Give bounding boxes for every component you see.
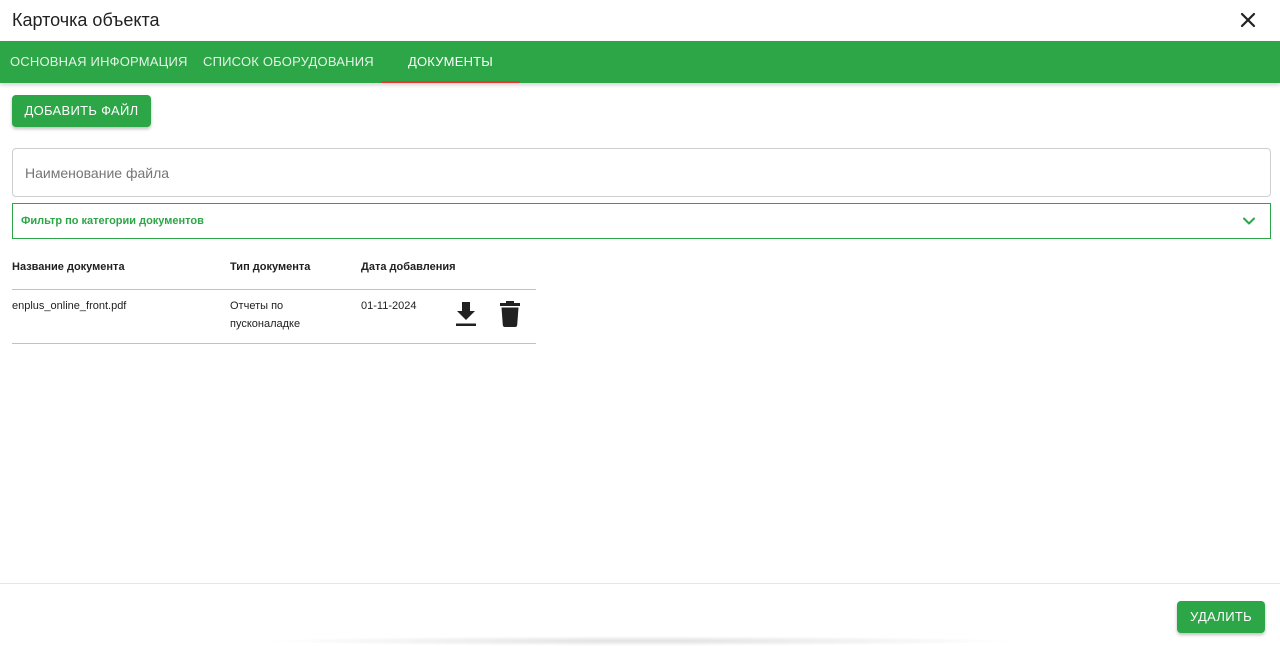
filter-label: Фильтр по категории документов	[21, 215, 204, 227]
table-divider	[12, 343, 536, 344]
tab-equipment-list[interactable]: СПИСОК ОБОРУДОВАНИЯ	[203, 41, 374, 83]
dialog-header: Карточка объекта	[0, 0, 1280, 41]
chevron-down-icon	[1243, 217, 1255, 225]
close-button[interactable]	[1236, 8, 1260, 32]
download-icon	[456, 302, 476, 326]
tab-documents[interactable]: ДОКУМЕНТЫ	[381, 41, 520, 83]
tab-main-info[interactable]: ОСНОВНАЯ ИНФОРМАЦИЯ	[10, 41, 188, 83]
tab-bar: ОСНОВНАЯ ИНФОРМАЦИЯ СПИСОК ОБОРУДОВАНИЯ …	[0, 41, 1280, 83]
active-tab-indicator	[381, 81, 520, 83]
delete-file-button[interactable]	[498, 300, 522, 328]
cell-document-type: Отчеты по пусконаладке	[230, 300, 301, 330]
download-button[interactable]	[453, 300, 479, 328]
file-name-input[interactable]	[13, 149, 1270, 196]
file-name-field	[12, 148, 1271, 197]
document-category-filter[interactable]: Фильтр по категории документов	[12, 203, 1271, 239]
footer-divider	[0, 583, 1280, 584]
dialog-title: Карточка объекта	[12, 10, 160, 30]
trash-icon	[500, 301, 520, 327]
table-divider	[12, 289, 536, 290]
delete-button[interactable]: УДАЛИТЬ	[1177, 601, 1265, 633]
add-file-button[interactable]: ДОБАВИТЬ ФАЙЛ	[12, 95, 151, 127]
bottom-shadow	[260, 636, 1020, 646]
object-card-dialog: Карточка объекта ОСНОВНАЯ ИНФОРМАЦИЯ СПИ…	[0, 0, 1280, 646]
column-header-type: Тип документа	[230, 261, 311, 273]
close-icon	[1240, 12, 1256, 28]
cell-document-name: enplus_online_front.pdf	[12, 300, 127, 312]
column-header-date: Дата добавления	[361, 261, 456, 273]
cell-date-added: 01-11-2024	[361, 300, 417, 312]
column-header-name: Название документа	[12, 261, 125, 273]
